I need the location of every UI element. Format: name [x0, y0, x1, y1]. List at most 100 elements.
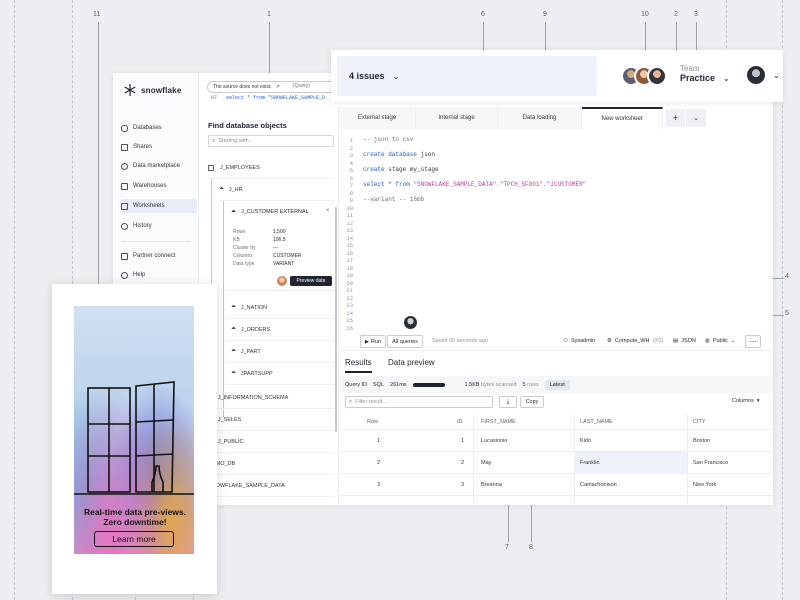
tab-internal-stage[interactable]: Internal stage — [416, 107, 498, 129]
user-menu[interactable]: ⌄ — [747, 66, 780, 84]
snowflake-logo[interactable]: snowflake — [123, 83, 181, 97]
table-row[interactable]: 1 1 Lucasionio Kido Boston — [339, 430, 773, 452]
results-table: Row ID FIRST_NAME LAST_NAME CITY 1 1 Lucas… — [339, 414, 773, 504]
logo-text: snowflake — [141, 85, 182, 95]
callout-1: 1 — [267, 11, 271, 18]
tab-data-preview[interactable]: Data preview — [388, 358, 435, 367]
issues-dropdown[interactable]: 4 issues ⌄ — [337, 56, 597, 96]
share-icon — [121, 143, 128, 151]
learn-more-button[interactable]: Learn more — [94, 531, 174, 547]
tree-item-public[interactable]: ⏶ J_PUBLIC — [208, 431, 334, 453]
sidebar-item-help[interactable]: Help — [121, 268, 197, 282]
help-icon — [121, 271, 128, 279]
tree-item-nation[interactable]: ⏶ J_NATION — [227, 297, 335, 319]
chevron-down-icon: ⌄ — [773, 70, 780, 80]
chevron-down-icon: ▾ — [756, 398, 760, 404]
table-cell: Breanna — [481, 482, 502, 488]
tree-item-hr[interactable]: ⏶ J_HR — [219, 179, 334, 201]
tab-menu-button[interactable]: ⌄ — [686, 109, 706, 127]
tab-label: External stage — [357, 115, 397, 121]
run-button[interactable]: ▶ Run — [360, 335, 386, 348]
sidebar-item-data-marketplace[interactable]: Data marketplace — [121, 159, 197, 173]
tab-external-stage[interactable]: External stage — [339, 107, 416, 129]
tree-item-employees[interactable]: J_EMPLOYEES — [208, 157, 334, 179]
sidebar-item-history[interactable]: History — [121, 219, 197, 233]
tree-item-seles[interactable]: ⏶ J_SELES — [208, 409, 334, 431]
tree-item-label: J_PART — [240, 348, 261, 355]
sidebar-item-worksheets[interactable]: Worksheets — [121, 199, 197, 213]
column-header[interactable]: CITY — [693, 419, 706, 425]
columns-button[interactable]: Columns ▾ — [732, 398, 759, 404]
tab-data-loading[interactable]: Data loading — [498, 107, 582, 129]
callout-2: 2 — [674, 11, 678, 18]
add-tab-button[interactable]: + — [666, 109, 685, 127]
line-number: 25 — [346, 317, 353, 324]
line-number: 23 — [346, 302, 353, 309]
column-header[interactable]: Row — [367, 419, 378, 425]
external-table-icon: ⏶ — [231, 209, 236, 215]
line-number: 20 — [346, 279, 353, 287]
sidebar-item-label: Help — [133, 272, 146, 278]
callout-5: 5 — [785, 310, 789, 317]
table-icon: ⏶ — [231, 370, 236, 376]
format-selector[interactable]: ▤ JSON — [673, 338, 696, 344]
tree-item-label: J_INFORMATION_SCHEMA — [217, 394, 289, 401]
tooltip-code-line: 07 select * from "SNOWFLAKE_SAMPLE_D — [211, 95, 331, 101]
column-header[interactable]: LAST_NAME — [580, 419, 613, 425]
columns-label: Columns — [732, 398, 754, 404]
query-id-label[interactable]: Query ID — [345, 382, 367, 388]
warehouse-selector[interactable]: ⚙ Compute_WH (XS) — [607, 338, 663, 344]
role-selector[interactable]: ⚇ Sysadmin — [563, 338, 595, 344]
team-selector[interactable]: Practice ⌄ — [680, 73, 730, 83]
table-row[interactable]: 2 2 May Franklin San Francisco — [339, 452, 773, 474]
scrollbar[interactable] — [335, 207, 337, 432]
object-browser-title: Find database objects — [208, 121, 287, 130]
close-icon[interactable]: × — [326, 208, 330, 214]
user-group-icon: ⚇ — [563, 338, 568, 344]
format-label: JSON — [681, 338, 696, 344]
table-cell: 3 — [377, 482, 381, 488]
preview-data-button[interactable]: Preview data — [290, 276, 332, 286]
search-icon: ⌕ — [349, 398, 353, 405]
tree-item-part[interactable]: ⏶ J_PART — [227, 341, 335, 363]
sidebar-item-databases[interactable]: Databases — [121, 121, 197, 135]
object-search-input[interactable]: ⌕ Starting with... — [208, 135, 334, 147]
copy-button[interactable]: Copy — [520, 396, 544, 408]
team-avatars[interactable] — [621, 66, 667, 86]
tree-item-information-schema[interactable]: ⏶ J_INFORMATION_SCHEMA — [208, 387, 334, 409]
sidebar-item-warehouses[interactable]: Warehouses — [121, 179, 197, 193]
tab-new-worksheet[interactable]: New worksheet — [582, 107, 663, 129]
more-options-button[interactable]: ⋯ — [745, 335, 761, 348]
tree-item-sample-data[interactable]: SNOWFLAKE_SAMPLE_DATA — [208, 475, 334, 497]
tree-item-orders[interactable]: ⏶ J_ORDERS — [227, 319, 335, 341]
snowflake-icon — [124, 84, 136, 96]
sidebar-item-shares[interactable]: Shares — [121, 140, 197, 154]
sql-label[interactable]: SQL — [373, 382, 384, 388]
download-button[interactable]: ⤓ — [499, 396, 517, 408]
sidebar-item-partner-connect[interactable]: Partner connect — [121, 249, 197, 263]
line-number: 2 — [349, 144, 353, 152]
code-line: select * from "SNOWFLAKE_SAMPLE_DATA"."T… — [363, 181, 587, 188]
visibility-label: Public — [712, 338, 728, 344]
filter-input[interactable]: ⌕ Filter result... — [345, 396, 493, 408]
table-row[interactable]: 3 3 Breanna Camachonison New York — [339, 474, 773, 496]
visibility-selector[interactable]: ◍ Public ⌄ — [705, 338, 735, 344]
table-cell: 3 — [461, 482, 465, 488]
code-editor[interactable]: 1 2 3 4 5 6 7 8 9 10 11 12 13 14 15 16 17 18 19 20 21 22 23 24 2… — [339, 130, 773, 335]
tree-item-demo-db[interactable]: DEMO_DB — [208, 453, 334, 475]
object-browser: Find database objects ⌕ Starting with...… — [199, 107, 339, 505]
latest-badge[interactable]: Latest — [544, 379, 570, 390]
role-label: Sysadmin — [570, 338, 596, 344]
line-number: 9 — [349, 197, 353, 204]
tree-item-partsupp[interactable]: ⏶ JPARTSUPP — [227, 363, 335, 385]
column-header[interactable]: ID — [457, 419, 463, 425]
all-queries-button[interactable]: All queries — [387, 335, 423, 348]
avatar — [277, 276, 287, 286]
marketplace-icon — [121, 162, 128, 170]
search-icon: ⌕ — [212, 137, 216, 144]
line-number: 26 — [346, 324, 353, 332]
tab-results[interactable]: Results — [345, 358, 372, 373]
column-header[interactable]: FIRST_NAME — [481, 419, 516, 425]
team-name: Practice — [680, 73, 716, 83]
sidebar-item-label: Databases — [133, 125, 162, 131]
